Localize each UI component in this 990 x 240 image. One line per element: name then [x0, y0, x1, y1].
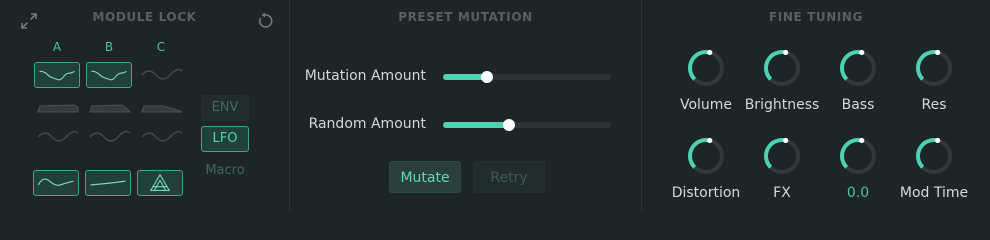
res-label: Res [921, 97, 947, 113]
brightness-knob[interactable] [762, 48, 802, 88]
module-b-lfo-wave[interactable] [86, 124, 132, 150]
value-knob[interactable] [838, 136, 878, 176]
mutate-button[interactable]: Mutate [389, 161, 461, 193]
knob-value-arc [840, 138, 863, 169]
knob-indicator [707, 137, 713, 144]
module-c-lfo-wave[interactable] [138, 124, 184, 150]
module-b-macro-select[interactable] [85, 170, 131, 196]
knob-indicator [935, 137, 941, 144]
lfo-button[interactable]: LFO [201, 126, 249, 152]
retry-button[interactable]: Retry [473, 161, 545, 193]
knob-indicator [783, 49, 789, 56]
module-lock-title: MODULE LOCK [92, 10, 197, 24]
knob-value-arc [916, 138, 939, 169]
reset-icon[interactable] [256, 12, 274, 30]
fine-tuning-title: FINE TUNING [768, 10, 863, 24]
column-label-a: A [52, 40, 62, 54]
module-a-macro-select[interactable] [33, 170, 79, 196]
mod-time-knob[interactable] [914, 136, 954, 176]
bass-knob[interactable] [838, 48, 878, 88]
slider-fill [443, 122, 509, 128]
volume-knob[interactable] [686, 48, 726, 88]
res-knob[interactable] [914, 48, 954, 88]
module-lock-panel: MODULE LOCK A B C ENV LFO Macro [0, 0, 289, 212]
mod-time-label: Mod Time [899, 185, 969, 201]
knob-indicator [707, 49, 713, 56]
column-label-b: B [104, 40, 114, 54]
column-label-c: C [156, 40, 166, 54]
fx-knob[interactable] [762, 136, 802, 176]
module-a-env-select[interactable] [34, 98, 80, 116]
knob-value-arc [764, 138, 787, 169]
distortion-knob[interactable] [686, 136, 726, 176]
knob-indicator [935, 49, 941, 56]
knob-value-arc [840, 50, 863, 81]
fine-tuning-panel: FINE TUNING Volume Brightness Bass Res D… [642, 0, 990, 212]
module-a-lfo-wave[interactable] [34, 124, 80, 150]
knob-value-arc [688, 138, 711, 169]
module-b-env-select[interactable] [86, 98, 132, 116]
module-c-macro-select[interactable] [137, 170, 183, 196]
preset-mutation-panel: PRESET MUTATION Mutation Amount Random A… [290, 0, 641, 212]
knob-value-arc [688, 50, 711, 81]
module-b-wave-select[interactable] [86, 62, 132, 88]
module-c-wave-select[interactable] [138, 62, 184, 88]
macro-button[interactable]: Macro [201, 158, 249, 184]
slider-thumb[interactable] [502, 119, 515, 131]
env-button[interactable]: ENV [201, 95, 249, 121]
module-a-wave-select[interactable] [34, 62, 80, 88]
random-amount-label: Random Amount [308, 116, 426, 132]
knob-indicator [783, 137, 789, 144]
slider-thumb[interactable] [480, 71, 493, 83]
random-amount-slider[interactable] [443, 119, 611, 131]
knob-indicator [859, 49, 865, 56]
knob-indicator [859, 137, 865, 144]
preset-mutation-title: PRESET MUTATION [398, 10, 533, 24]
knob-value-arc [764, 50, 787, 81]
knob-value-arc [916, 50, 939, 81]
module-c-env-select[interactable] [138, 98, 184, 116]
mutation-amount-slider[interactable] [443, 71, 611, 83]
mutation-amount-label: Mutation Amount [304, 68, 426, 84]
